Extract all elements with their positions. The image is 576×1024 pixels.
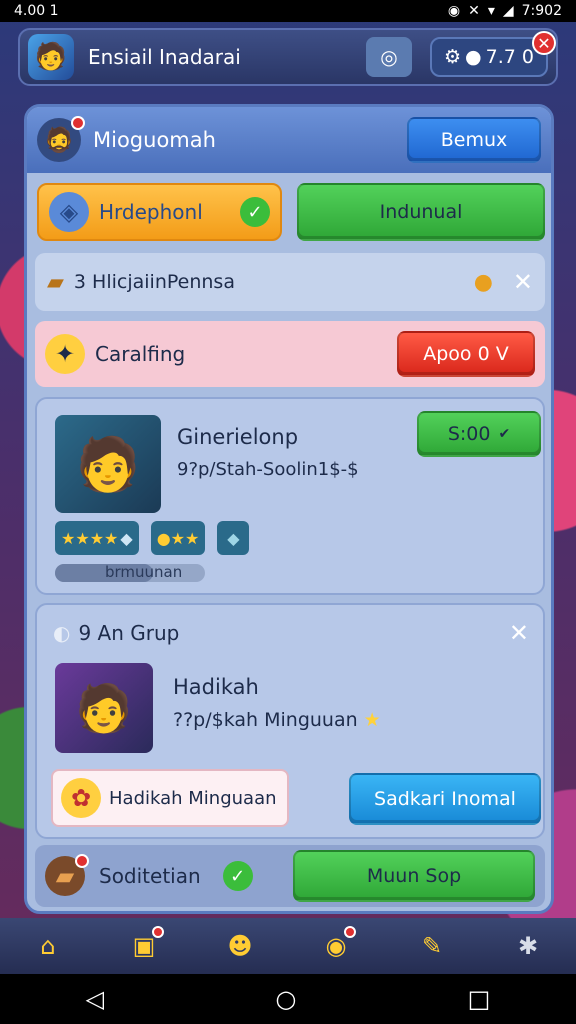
status-right-time: 7:902 <box>521 3 562 19</box>
diamond-icon: ◆ <box>217 521 250 555</box>
headphone-badge[interactable]: ◈ Hrdephonl ✓ <box>37 183 282 241</box>
header-button[interactable]: Bemux <box>407 117 541 163</box>
close-icon[interactable]: ✕ <box>513 268 533 296</box>
notification-dot <box>152 926 164 938</box>
group-subtitle-row: ??p/$kah Minguuan ★ <box>173 709 381 731</box>
pink-row: ✦ Caralfing Apoo 0 V <box>35 321 545 387</box>
reward-label: Hadikah Minguaan <box>109 787 277 809</box>
player-name: Ginerielonp <box>177 425 299 449</box>
alarm-icon: ◉ <box>447 3 461 19</box>
coin-icon: ● <box>473 269 493 295</box>
player-portrait: 🧑 <box>55 415 161 513</box>
clock-icon: ◐ <box>53 621 71 645</box>
mute-icon: ✕ <box>468 3 480 19</box>
wifi-icon: ▾ <box>487 3 495 19</box>
status-time: 4.00 1 <box>14 3 59 19</box>
star-rating-small: ●★★ <box>150 521 206 555</box>
diamond-icon: ◆ <box>120 528 133 548</box>
group-header: ◐ 9 An Grup <box>53 621 179 645</box>
check-icon: ✔ <box>498 426 511 442</box>
group-header-text: 9 An Grup <box>78 621 180 645</box>
ratings-row: ★★★★ ◆ ●★★ ◆ <box>55 521 250 555</box>
avatar[interactable]: 🧑 <box>28 34 74 80</box>
coins-counter[interactable]: ⚙ ● 7.7 0 ✕ <box>430 31 556 77</box>
headphone-icon: ◈ <box>49 192 89 232</box>
settings-icon[interactable]: ✱ <box>506 926 550 966</box>
bottom-nav: ⌂ ▣ ☻ ◉ ✎ ✱ <box>0 918 576 974</box>
panel-header: 🧔 Mioguomah Bemux <box>27 107 551 173</box>
bottom-button[interactable]: Muun Sop <box>293 850 535 902</box>
scroll-icon: ▰ <box>45 854 89 896</box>
price-label: S:00 <box>447 423 491 445</box>
main-panel: 🧔 Mioguomah Bemux ◈ Hrdephonl ✓ Indunual… <box>24 104 554 914</box>
price-button[interactable]: S:00 ✔ <box>417 411 541 457</box>
profile-icon[interactable]: 🧔 <box>37 116 85 162</box>
orange-label: Hrdephonl <box>99 200 203 224</box>
map-icon[interactable]: ✎ <box>410 926 454 966</box>
notice-row: ▰ 3 HlicjaiinPennsa ● ✕ <box>35 253 545 311</box>
notice-text: 3 HlicjaiinPennsa <box>73 271 235 293</box>
check-icon: ✓ <box>240 197 270 227</box>
dropdown-button[interactable]: Apoo 0 V <box>397 331 535 377</box>
group-name: Hadikah <box>173 675 259 699</box>
home-icon[interactable]: ⌂ <box>26 926 70 966</box>
group-portrait: 🧑 <box>55 663 153 753</box>
chat-icon[interactable]: ◉ <box>314 926 358 966</box>
player-card: 🧑 Ginerielonp 9?p/Stah-Soolin1$-$ S:00 ✔… <box>35 397 545 595</box>
home-circle-icon[interactable]: ○ <box>275 985 296 1013</box>
notification-dot <box>344 926 356 938</box>
status-bar: 4.00 1 ◉ ✕ ▾ ◢ 7:902 <box>0 0 576 22</box>
star-rating: ★★★★ ◆ <box>55 521 139 555</box>
reward-chip[interactable]: ✿ Hadikah Minguaan <box>51 769 289 827</box>
close-icon[interactable]: ✕ <box>532 31 556 55</box>
system-nav-bar: ◁ ○ □ <box>0 974 576 1024</box>
panel-title: Mioguomah <box>93 128 216 152</box>
close-icon[interactable]: ✕ <box>509 619 529 647</box>
check-icon: ✓ <box>222 861 253 891</box>
bottom-row: ▰ Soditetian ✓ Muun Sop <box>35 845 545 907</box>
back-icon[interactable]: ◁ <box>86 985 104 1013</box>
signal-icon: ◢ <box>502 3 514 19</box>
character-icon[interactable]: ☻ <box>218 926 262 966</box>
gift-icon: ✦ <box>45 334 85 374</box>
ticket-icon: ▰ <box>47 269 64 295</box>
gift-icon: ✿ <box>61 778 101 818</box>
recents-icon[interactable]: □ <box>468 985 491 1013</box>
notification-dot <box>71 116 85 130</box>
inventory-icon[interactable]: ▣ <box>122 926 166 966</box>
page-title: Ensiail Inadarai <box>88 45 241 69</box>
gear-icon: ⚙ <box>444 46 462 68</box>
player-subtitle: 9?p/Stah-Soolin1$-$ <box>177 459 359 480</box>
star-icon: ★ <box>363 709 381 731</box>
status-icons: ◉ ✕ ▾ ◢ 7:902 <box>448 3 562 19</box>
progress-label: brmuunan <box>105 563 183 581</box>
top-bar: 🧑 Ensiail Inadarai ◎ ⚙ ● 7.7 0 ✕ <box>18 28 558 86</box>
individual-button[interactable]: Indunual <box>297 183 545 241</box>
camera-icon: ◎ <box>380 45 398 69</box>
group-card: ◐ 9 An Grup ✕ 🧑 Hadikah ??p/$kah Minguua… <box>35 603 545 839</box>
group-action-button[interactable]: Sadkari Inomal <box>349 773 541 825</box>
bottom-label: Soditetian <box>99 864 201 888</box>
coins-value: 7.7 0 <box>485 46 534 68</box>
pink-label: Caralfing <box>95 342 186 366</box>
bulb-icon: ● <box>465 46 482 68</box>
notification-dot <box>75 854 89 868</box>
camera-button[interactable]: ◎ <box>366 37 412 77</box>
group-subtitle: ??p/$kah Minguuan <box>173 709 358 731</box>
